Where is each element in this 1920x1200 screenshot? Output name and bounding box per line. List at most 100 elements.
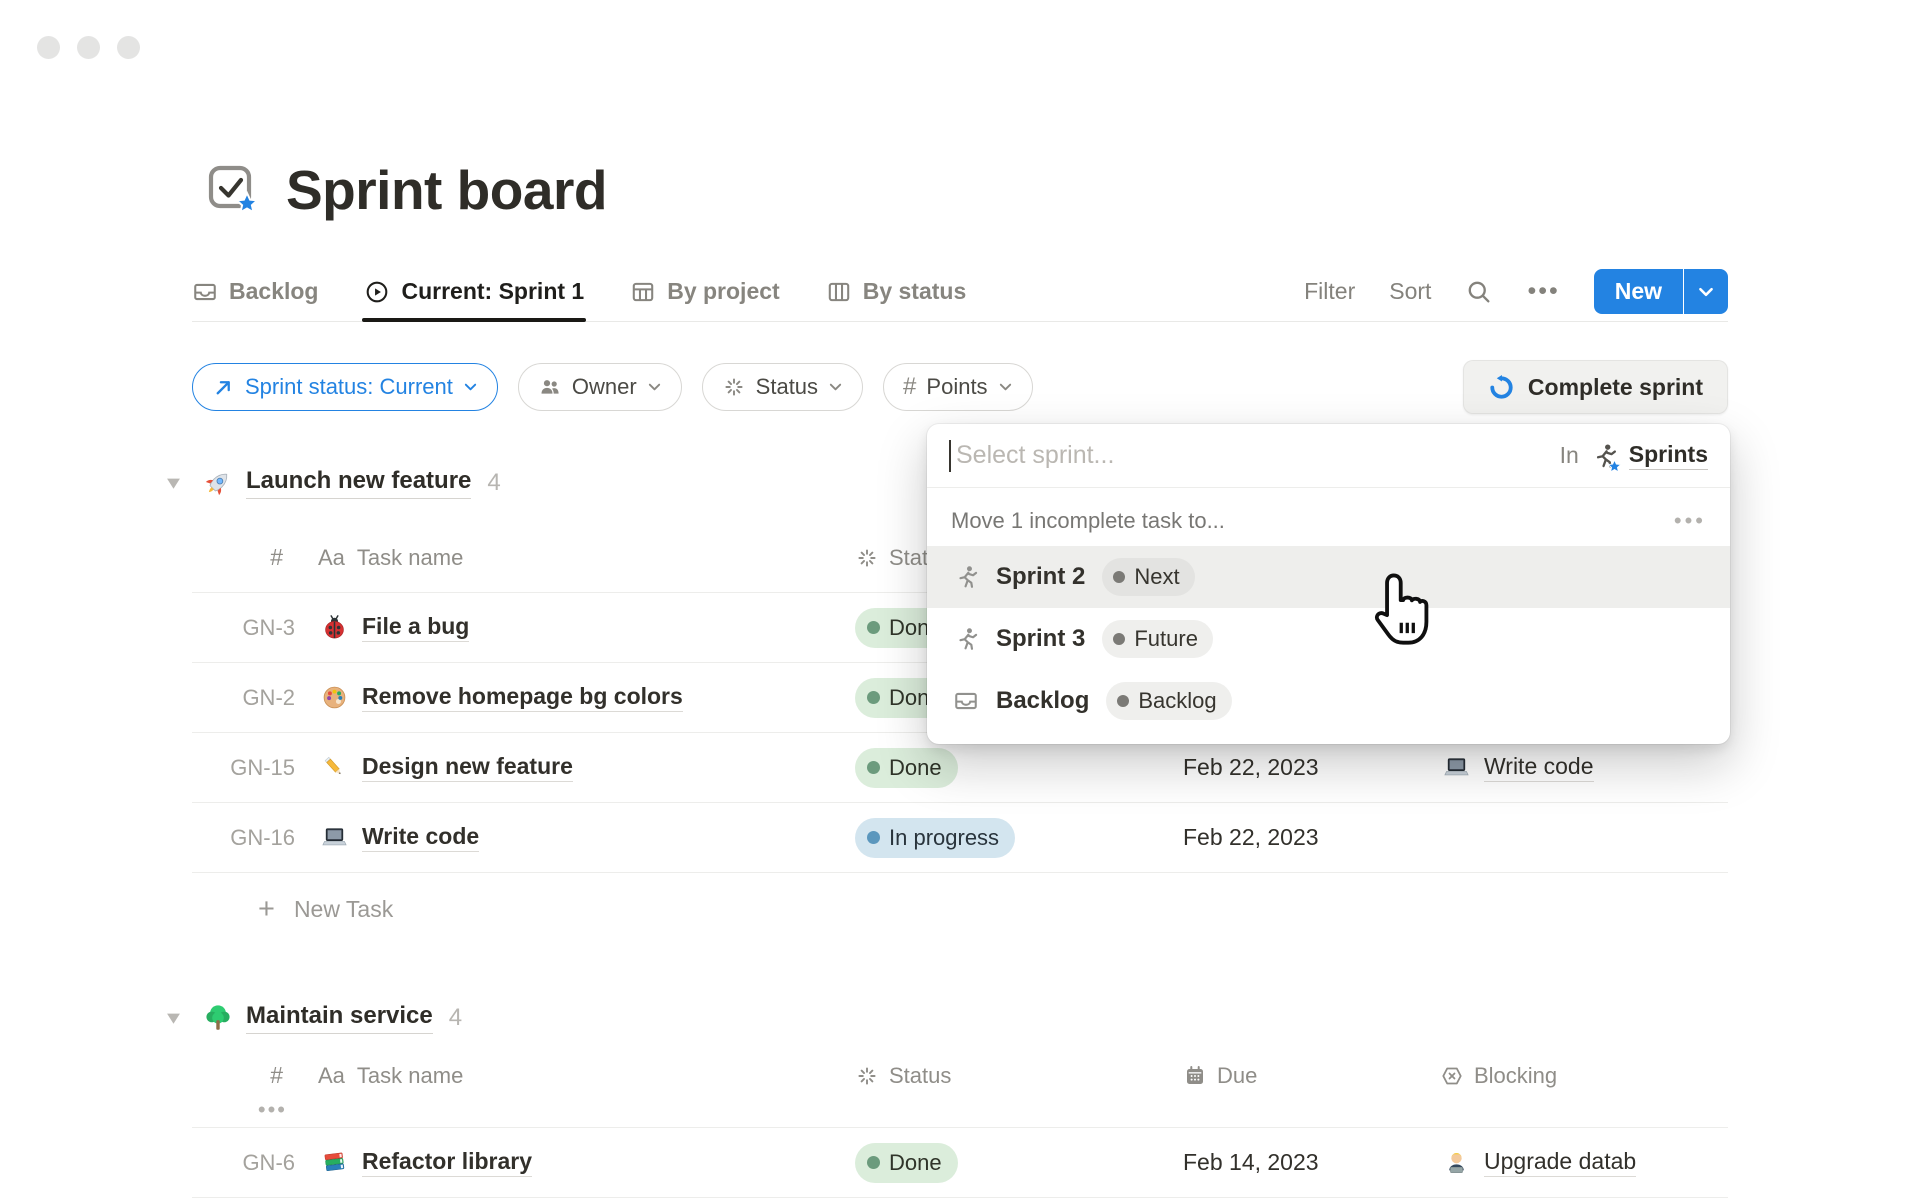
filter-button[interactable]: Filter [1304, 278, 1355, 305]
option-backlog[interactable]: Backlog Backlog [927, 670, 1730, 732]
due-date[interactable]: Feb 22, 2023 [1183, 754, 1319, 781]
chip-label: Status [756, 374, 818, 400]
column-header-status[interactable]: Status [855, 1063, 1183, 1089]
tab-by-status[interactable]: By status [826, 262, 967, 321]
table-grid-icon [630, 279, 656, 305]
task-link[interactable]: Write code [362, 823, 479, 852]
tab-by-project[interactable]: By project [630, 262, 779, 321]
task-id: GN-15 [192, 755, 295, 781]
popup-more-button[interactable]: ••• [1674, 508, 1706, 534]
sprint-board-app: Sprint board Backlog Current: Sprint 1 B… [0, 0, 1920, 1200]
badge-dot [1117, 695, 1129, 707]
scope-link-sprints[interactable]: In Sprints [1560, 441, 1708, 470]
option-sprint-3[interactable]: Sprint 3 Future [927, 608, 1730, 670]
complete-sprint-button[interactable]: Complete sprint [1463, 360, 1728, 414]
status-pill[interactable]: In progress [855, 818, 1015, 858]
search-icon[interactable] [1465, 278, 1493, 306]
due-date[interactable]: Feb 14, 2023 [1183, 1149, 1319, 1176]
arrow-up-right-icon [212, 376, 235, 399]
checkbox-star-icon [204, 161, 262, 219]
chevron-down-icon [828, 381, 843, 393]
collapse-toggle-icon[interactable] [166, 1012, 181, 1025]
board-columns-icon [826, 279, 852, 305]
new-button[interactable]: New [1594, 269, 1683, 314]
sprint-search-input[interactable]: Select sprint... [956, 441, 1114, 470]
window-minimize-button[interactable] [77, 36, 100, 59]
chip-sprint-status[interactable]: Sprint status: Current [192, 363, 498, 411]
option-sprint-2[interactable]: Sprint 2 Next [927, 546, 1730, 608]
sort-button[interactable]: Sort [1389, 278, 1431, 305]
column-header-task[interactable]: Aa Task name [295, 545, 855, 571]
status-dot [867, 761, 880, 774]
sprint-status-badge: Backlog [1106, 682, 1231, 720]
tab-label: By status [863, 278, 967, 305]
scope-name: Sprints [1629, 441, 1708, 470]
complete-sprint-label: Complete sprint [1528, 374, 1703, 401]
column-header-id[interactable]: # [192, 544, 295, 571]
status-dot [867, 831, 880, 844]
hash-icon: # [903, 373, 916, 401]
task-id: GN-3 [192, 615, 295, 641]
tab-current-sprint[interactable]: Current: Sprint 1 [364, 262, 584, 321]
status-dot [867, 691, 880, 704]
chip-points[interactable]: # Points [883, 363, 1033, 411]
due-date[interactable]: Feb 22, 2023 [1183, 824, 1319, 851]
inbox-icon [953, 688, 979, 714]
people-icon [538, 375, 562, 399]
group-maintain-service: Maintain service 4 # Aa Task name Status… [192, 993, 1728, 1198]
window-close-button[interactable] [37, 36, 60, 59]
status-pill[interactable]: Done [855, 748, 958, 788]
runner-icon [953, 626, 979, 652]
chevron-down-icon [998, 381, 1013, 393]
chip-owner[interactable]: Owner [518, 363, 682, 411]
chevron-down-icon [647, 381, 662, 393]
scope-prefix: In [1560, 442, 1579, 469]
tab-label: Backlog [229, 278, 318, 305]
sprint-status-badge: Next [1102, 558, 1194, 596]
rocket-icon [200, 468, 236, 498]
window-zoom-button[interactable] [117, 36, 140, 59]
badge-dot [1113, 633, 1125, 645]
status-pill[interactable]: Done [855, 1143, 958, 1183]
task-link[interactable]: File a bug [362, 613, 469, 642]
task-link[interactable]: Design new feature [362, 753, 573, 782]
popup-section-header: Move 1 incomplete task to... ••• [927, 488, 1730, 546]
group-title[interactable]: Launch new feature [246, 467, 471, 499]
group-title[interactable]: Maintain service [246, 1002, 433, 1034]
column-header-id[interactable]: # [192, 1062, 295, 1089]
status-spinner-icon [855, 1064, 879, 1088]
task-link[interactable]: Refactor library [362, 1148, 532, 1177]
table-row: GN-16 Write code In progress Feb 22, 202… [192, 803, 1728, 873]
new-task-button[interactable]: + New Task [192, 873, 1728, 945]
collapse-toggle-icon[interactable] [166, 477, 181, 490]
popup-section-label: Move 1 incomplete task to... [951, 508, 1225, 534]
text-caret [949, 440, 951, 472]
column-header-blocking[interactable]: Blocking [1440, 1063, 1728, 1089]
column-header-due[interactable]: Due [1183, 1063, 1440, 1089]
chip-status[interactable]: Status [702, 363, 863, 411]
laptop-icon [318, 824, 350, 851]
table-more-button[interactable]: ••• [258, 1097, 295, 1123]
task-link[interactable]: Remove homepage bg colors [362, 683, 683, 712]
badge-dot [1113, 571, 1125, 583]
tab-backlog[interactable]: Backlog [192, 262, 318, 321]
inbox-icon [192, 279, 218, 305]
blocking-relation-link[interactable]: Write code [1484, 753, 1594, 782]
runner-icon [953, 564, 979, 590]
column-header-task[interactable]: Aa Task name [295, 1063, 855, 1089]
laptop-icon [1440, 754, 1472, 781]
chip-label: Owner [572, 374, 637, 400]
sprint-search-row: Select sprint... In Sprints [927, 424, 1730, 488]
task-id: GN-6 [192, 1150, 295, 1176]
plus-icon: + [258, 893, 275, 926]
filter-bar: Sprint status: Current Owner Status # Po… [192, 360, 1728, 414]
chevron-down-icon [463, 381, 478, 393]
star-icon [1607, 459, 1622, 474]
books-icon [318, 1149, 350, 1176]
tab-label: Current: Sprint 1 [401, 278, 584, 305]
new-task-label: New Task [294, 896, 393, 923]
group-count: 4 [487, 469, 500, 497]
more-options-button[interactable]: ••• [1527, 277, 1559, 306]
new-dropdown-button[interactable] [1684, 269, 1728, 314]
blocking-relation-link[interactable]: Upgrade datab [1484, 1148, 1636, 1177]
